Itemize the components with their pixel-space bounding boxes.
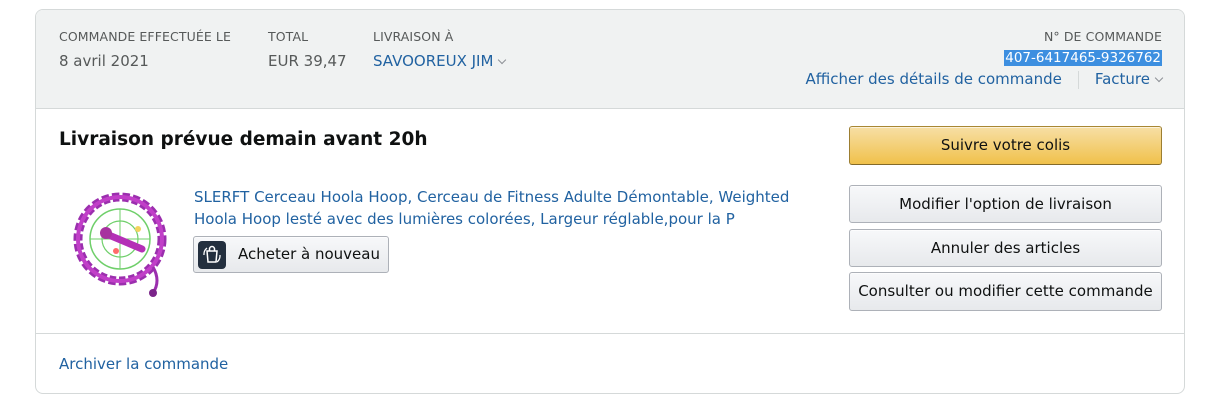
link-divider: [1077, 70, 1079, 89]
cancel-items-button[interactable]: Annuler des articles: [849, 229, 1162, 267]
order-number-label: N° DE COMMANDE: [1043, 29, 1162, 44]
order-total-label: TOTAL: [268, 29, 309, 44]
product-image[interactable]: [69, 181, 175, 299]
order-total: EUR 39,47: [268, 52, 347, 70]
order-header: COMMANDE EFFECTUÉE LE 8 avril 2021 TOTAL…: [36, 10, 1184, 109]
ship-to-name: SAVOOREUX JIM: [373, 52, 494, 70]
ship-to-label: LIVRAISON À: [373, 29, 454, 44]
change-delivery-option-button[interactable]: Modifier l'option de livraison: [849, 185, 1162, 223]
order-date-column: COMMANDE EFFECTUÉE LE 8 avril 2021: [59, 29, 231, 70]
chevron-down-icon: [498, 55, 507, 65]
ship-to-recipient[interactable]: SAVOOREUX JIM: [373, 52, 507, 70]
order-card: COMMANDE EFFECTUÉE LE 8 avril 2021 TOTAL…: [35, 9, 1185, 394]
order-links: Afficher des détails de commande Facture: [805, 70, 1164, 89]
view-edit-order-button[interactable]: Consulter ou modifier cette commande: [849, 272, 1162, 311]
order-number-column: N° DE COMMANDE 407-6417465-9326762: [1004, 29, 1162, 66]
order-date: 8 avril 2021: [59, 52, 149, 70]
buy-again-icon: [198, 241, 226, 269]
track-package-button[interactable]: Suivre votre colis: [849, 126, 1162, 165]
order-total-column: TOTAL EUR 39,47: [268, 29, 347, 70]
invoice-link-label: Facture: [1094, 70, 1150, 88]
order-footer: Archiver la commande: [36, 333, 1184, 393]
order-details-link[interactable]: Afficher des détails de commande: [805, 70, 1061, 88]
order-date-label: COMMANDE EFFECTUÉE LE: [59, 29, 231, 44]
delivery-status: Livraison prévue demain avant 20h: [59, 129, 428, 150]
order-number: 407-6417465-9326762: [1004, 50, 1162, 66]
buy-again-label: Acheter à nouveau: [238, 245, 380, 263]
ship-to-column: LIVRAISON À SAVOOREUX JIM: [373, 29, 507, 70]
invoice-dropdown[interactable]: Facture: [1094, 70, 1164, 88]
chevron-down-icon: [1154, 73, 1164, 83]
product-title-link[interactable]: SLERFT Cerceau Hoola Hoop, Cerceau de Fi…: [194, 186, 794, 230]
archive-order-link[interactable]: Archiver la commande: [59, 355, 228, 373]
buy-again-button[interactable]: Acheter à nouveau: [193, 236, 389, 273]
